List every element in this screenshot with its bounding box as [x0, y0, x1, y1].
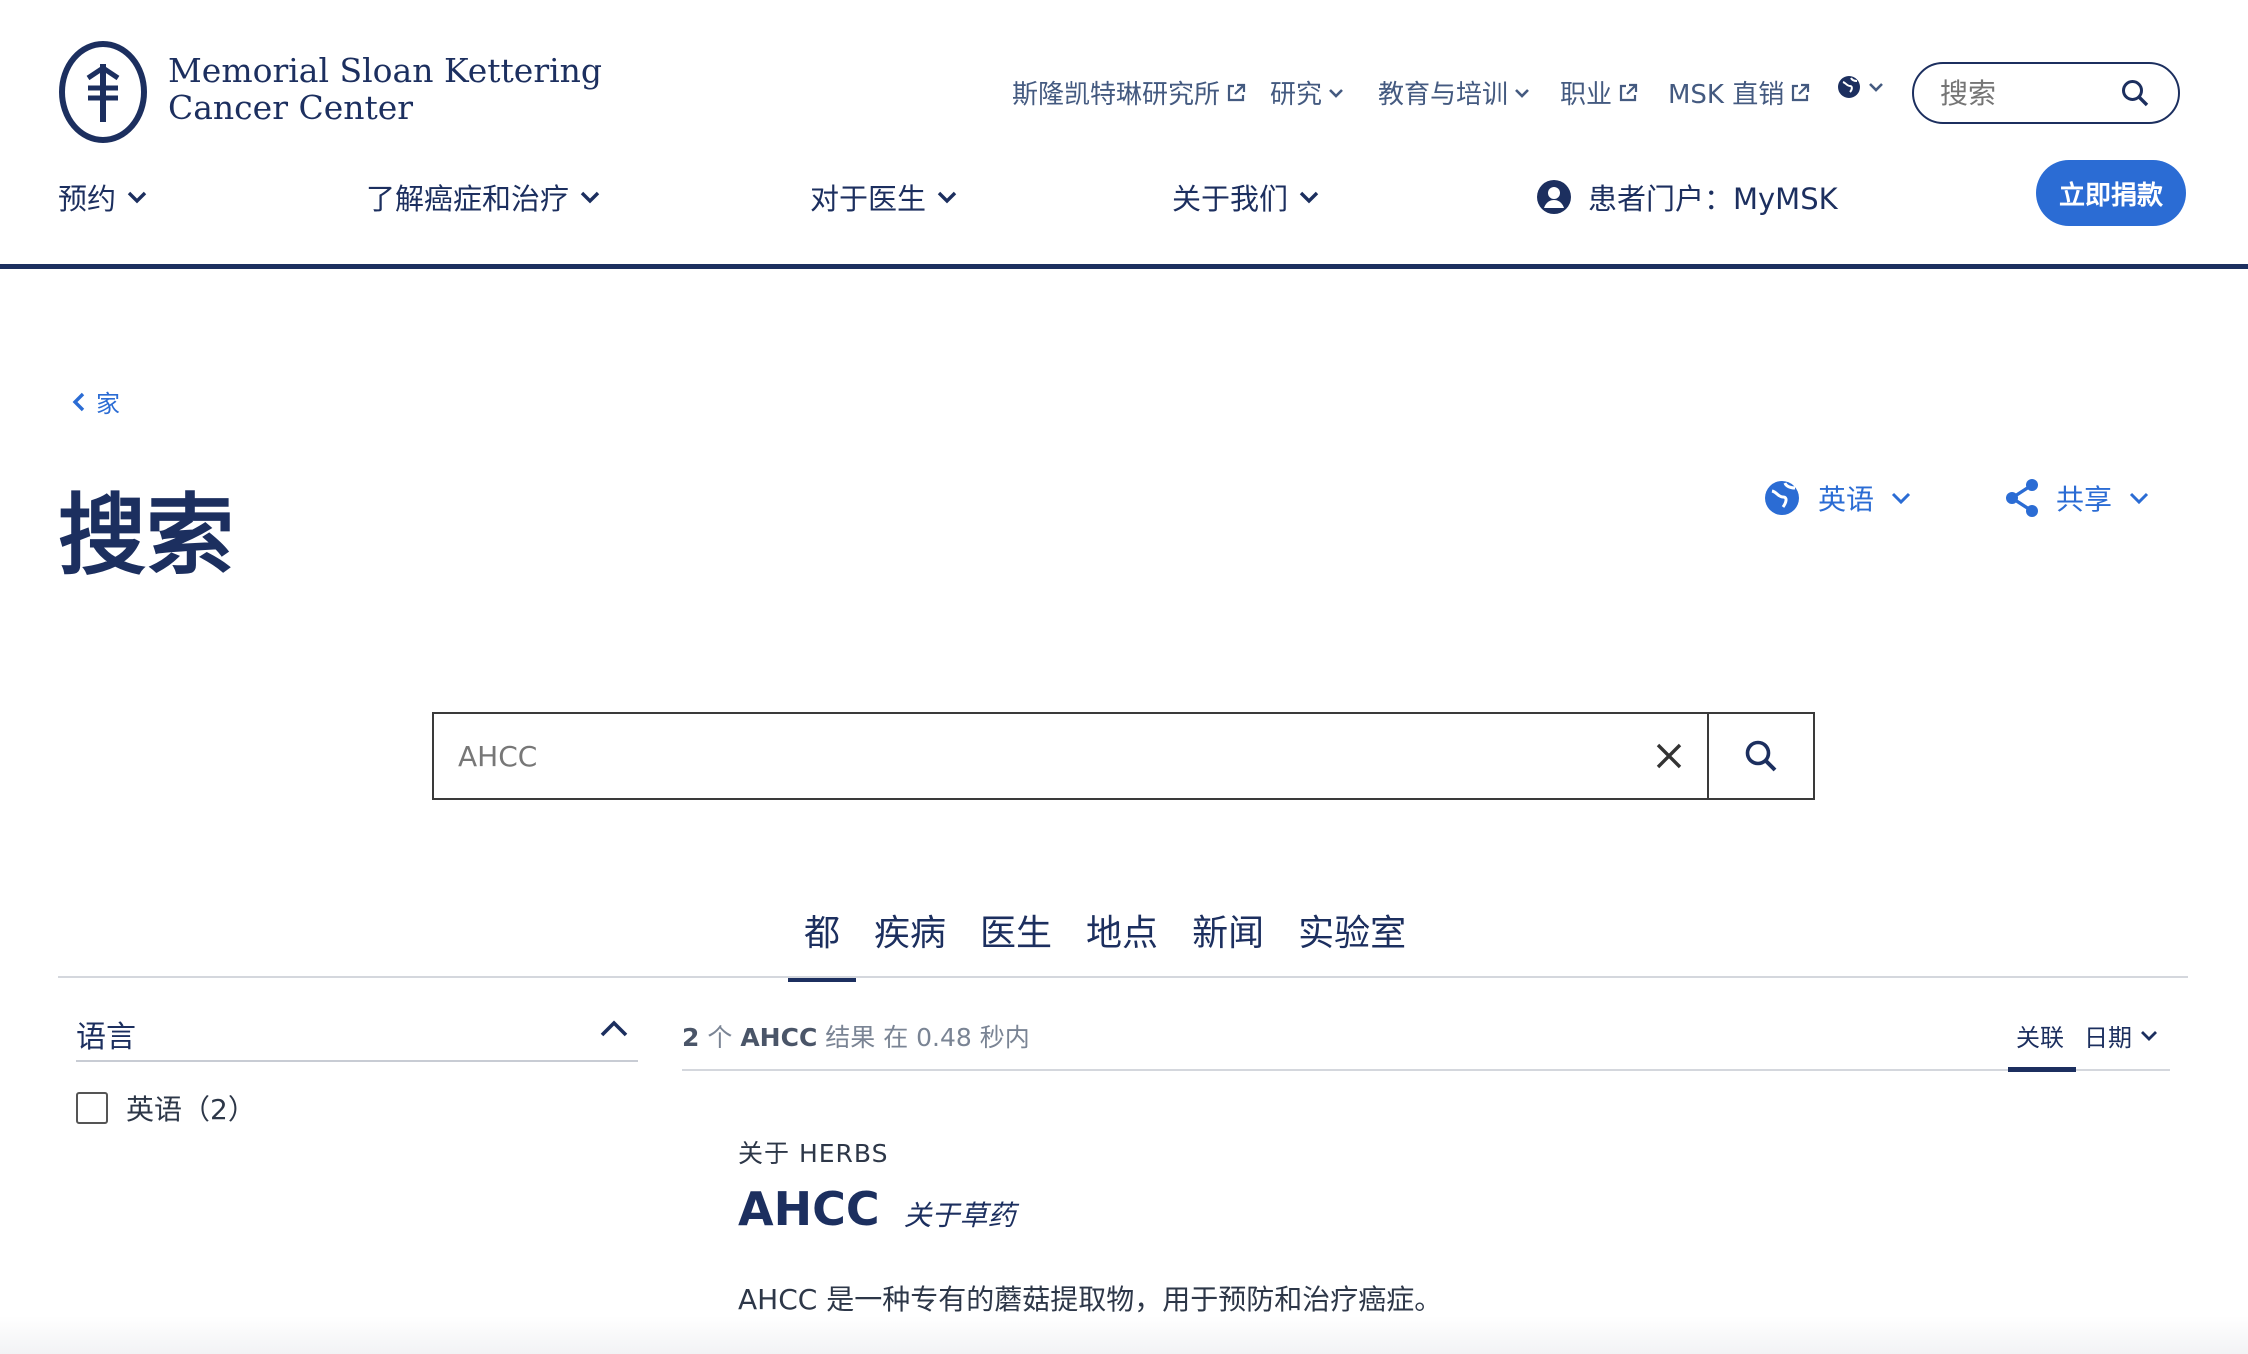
chevron-down-icon: [1515, 88, 1529, 98]
chevron-down-icon: [2141, 1030, 2157, 1041]
page-title: 搜索: [58, 484, 235, 587]
util-nav-label: 职业: [1560, 80, 1613, 110]
header-divider: [0, 264, 2248, 269]
util-nav-careers[interactable]: 职业: [1560, 74, 1638, 111]
logo-line-2: Cancer Center: [168, 88, 414, 127]
result-title: AHCC: [738, 1182, 880, 1236]
result-time: 0.48: [916, 1023, 972, 1052]
breadcrumb[interactable]: 家: [72, 384, 120, 419]
globe-icon: [1838, 76, 1860, 98]
chevron-down-icon: [1329, 88, 1343, 98]
chevron-down-icon: [1869, 83, 1883, 92]
facet-divider: [76, 1060, 638, 1062]
chevron-up-icon[interactable]: [598, 1018, 630, 1040]
result-category: 关于 HERBS: [738, 1139, 889, 1168]
msk-logo-icon[interactable]: [58, 40, 148, 144]
search-icon[interactable]: [2120, 78, 2150, 108]
result-summary-mid: 结果 在: [825, 1023, 909, 1052]
util-nav-sloan-institute[interactable]: 斯隆凯特琳研究所: [1012, 74, 1246, 111]
tab-locations[interactable]: 地点: [1086, 904, 1158, 982]
util-nav-research[interactable]: 研究: [1270, 74, 1344, 111]
result-query: AHCC: [740, 1023, 818, 1052]
main-nav-label: 对于医生: [810, 182, 927, 216]
page-language-label: 英语: [1818, 483, 1875, 516]
tab-all[interactable]: 都: [787, 904, 857, 982]
share-label: 共享: [2056, 483, 2113, 516]
result-summary-end: 秒内: [979, 1023, 1030, 1052]
chevron-down-icon: [1891, 492, 1911, 505]
tabs-divider: [58, 976, 2188, 978]
result-subtitle: 关于草药: [903, 1199, 1016, 1232]
active-sort-indicator: [2008, 1067, 2076, 1072]
external-link-icon: [1792, 83, 1810, 101]
chevron-left-icon: [72, 392, 85, 411]
site-logo-text[interactable]: Memorial Sloan Kettering Cancer Center: [168, 52, 602, 126]
donate-button[interactable]: 立即捐款: [2036, 160, 2186, 226]
main-search-box[interactable]: [432, 712, 1708, 800]
chevron-down-icon: [937, 191, 957, 204]
tab-diseases[interactable]: 疾病: [874, 904, 946, 982]
page-language-selector[interactable]: 英语: [1762, 478, 1912, 518]
header-search-input[interactable]: [1940, 76, 2120, 110]
result-count-suffix: 个: [707, 1023, 733, 1052]
result-summary: 2 个 AHCC 结果 在 0.48 秒内: [682, 1018, 1030, 1054]
main-nav-label: 关于我们: [1172, 182, 1289, 216]
main-search-button[interactable]: [1707, 712, 1815, 800]
tab-news[interactable]: 新闻: [1192, 904, 1264, 982]
main-search-input[interactable]: [458, 739, 1654, 773]
sort-date[interactable]: 日期: [2084, 1018, 2158, 1053]
main-nav-for-doctors[interactable]: 对于医生: [810, 176, 958, 218]
facet-checkbox[interactable]: [76, 1092, 108, 1124]
external-link-icon: [1227, 83, 1246, 101]
result-count: 2: [682, 1023, 700, 1052]
main-nav-cancer-treatment[interactable]: 了解癌症和治疗: [366, 176, 601, 218]
viewport-bottom-edge: [0, 1316, 2248, 1354]
globe-icon: [1765, 481, 1799, 515]
chevron-down-icon: [2129, 492, 2149, 505]
util-nav-msk-direct[interactable]: MSK 直销: [1668, 74, 1810, 111]
facet-option-english[interactable]: 英语（2）: [76, 1088, 256, 1128]
share-menu-button[interactable]: 共享: [2004, 478, 2150, 518]
chevron-down-icon: [1299, 191, 1319, 204]
clear-search-icon[interactable]: [1654, 741, 1684, 771]
breadcrumb-home-link[interactable]: 家: [96, 384, 120, 419]
main-nav-about-us[interactable]: 关于我们: [1172, 176, 1320, 218]
result-description: AHCC 是一种专有的蘑菇提取物，用于预防和治疗癌症。: [738, 1283, 1443, 1316]
logo-line-1: Memorial Sloan Kettering: [168, 51, 603, 90]
main-nav-label: 预约: [58, 182, 117, 216]
patient-portal-label: 患者门户：MyMSK: [1588, 182, 1838, 216]
search-icon: [1745, 740, 1777, 772]
main-nav-label: 了解癌症和治疗: [366, 182, 570, 216]
tab-labs[interactable]: 实验室: [1298, 904, 1406, 982]
util-nav-label: 研究: [1270, 80, 1323, 110]
results-divider: [682, 1069, 2170, 1071]
patient-portal-link[interactable]: 患者门户：MyMSK: [1536, 176, 1838, 218]
user-account-icon: [1537, 180, 1571, 214]
external-link-icon: [1619, 83, 1638, 101]
util-nav-label: 斯隆凯特琳研究所: [1012, 80, 1221, 110]
chevron-down-icon: [580, 191, 600, 204]
tab-doctors[interactable]: 医生: [980, 904, 1052, 982]
chevron-down-icon: [127, 191, 147, 204]
facet-option-label: 英语（2）: [126, 1093, 256, 1126]
header-search[interactable]: [1912, 62, 2180, 124]
util-nav-education[interactable]: 教育与培训: [1378, 74, 1530, 111]
share-icon: [2006, 479, 2038, 517]
result-type-tabs: 都 疾病 医生 地点 新闻 实验室: [787, 904, 1406, 982]
main-nav-appointments[interactable]: 预约: [58, 176, 148, 218]
result-title-link[interactable]: AHCC 关于草药: [738, 1182, 1016, 1236]
util-nav-label: 教育与培训: [1378, 80, 1509, 110]
sort-relevance[interactable]: 关联: [2016, 1018, 2064, 1053]
language-menu-button[interactable]: [1836, 74, 1884, 100]
sort-date-label: 日期: [2084, 1024, 2132, 1052]
util-nav-label: MSK 直销: [1668, 80, 1785, 110]
language-facet-title: 语言: [76, 1020, 136, 1055]
